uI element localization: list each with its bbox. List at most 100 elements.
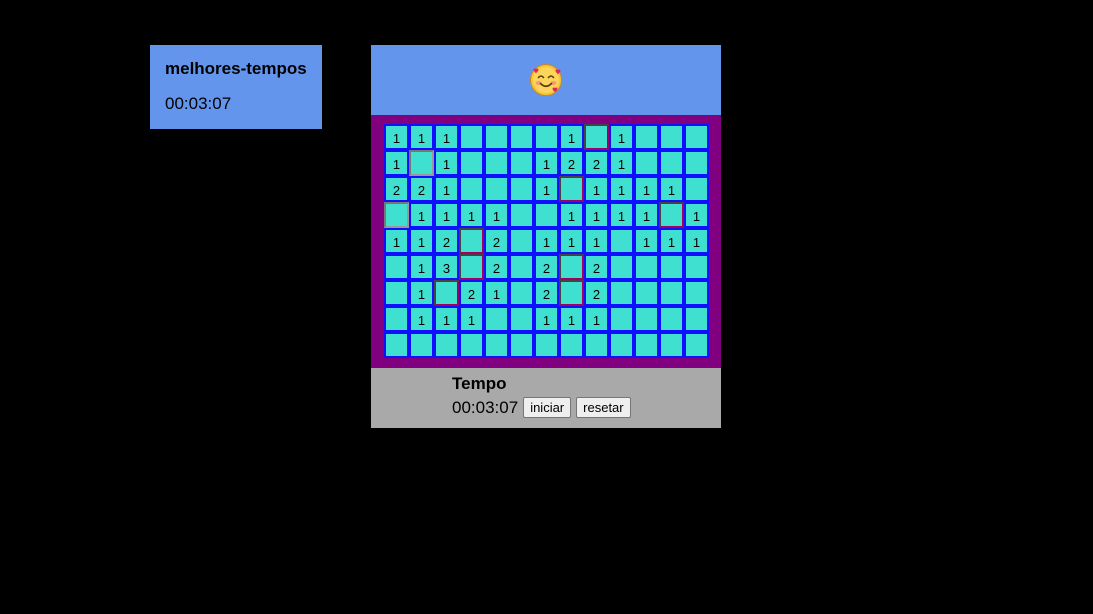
grid-cell[interactable] (459, 254, 484, 280)
grid-cell[interactable] (559, 254, 584, 280)
grid-cell[interactable]: 1 (484, 202, 509, 228)
grid-cell[interactable]: 1 (609, 124, 634, 150)
grid-cell[interactable] (534, 202, 559, 228)
grid-cell[interactable] (634, 306, 659, 332)
grid-cell[interactable] (659, 254, 684, 280)
grid-cell[interactable]: 2 (434, 228, 459, 254)
grid-cell[interactable]: 1 (559, 228, 584, 254)
grid-cell[interactable] (409, 332, 434, 358)
grid-cell[interactable] (634, 150, 659, 176)
grid-cell[interactable]: 1 (409, 280, 434, 306)
grid-cell[interactable]: 1 (484, 280, 509, 306)
grid-cell[interactable] (509, 306, 534, 332)
grid-cell[interactable]: 1 (634, 202, 659, 228)
grid-cell[interactable] (484, 124, 509, 150)
reset-button[interactable]: resetar (576, 397, 631, 418)
grid-cell[interactable] (659, 202, 684, 228)
grid-cell[interactable] (684, 306, 709, 332)
grid-cell[interactable]: 1 (409, 306, 434, 332)
grid-cell[interactable] (509, 124, 534, 150)
grid-cell[interactable] (634, 254, 659, 280)
smiling-face-with-hearts-icon[interactable] (529, 63, 563, 97)
grid-cell[interactable]: 1 (434, 124, 459, 150)
grid-cell[interactable] (609, 228, 634, 254)
grid-cell[interactable] (484, 306, 509, 332)
grid-cell[interactable]: 2 (384, 176, 409, 202)
grid-cell[interactable]: 1 (409, 228, 434, 254)
grid-cell[interactable] (459, 176, 484, 202)
grid-cell[interactable]: 1 (459, 306, 484, 332)
grid-cell[interactable]: 1 (434, 306, 459, 332)
grid-cell[interactable] (509, 228, 534, 254)
grid-cell[interactable] (609, 280, 634, 306)
grid-cell[interactable]: 1 (534, 176, 559, 202)
grid-cell[interactable]: 1 (584, 176, 609, 202)
grid-cell[interactable]: 1 (609, 202, 634, 228)
grid-cell[interactable] (384, 332, 409, 358)
grid-cell[interactable] (459, 332, 484, 358)
grid-cell[interactable]: 1 (659, 228, 684, 254)
grid-cell[interactable]: 1 (609, 150, 634, 176)
grid-cell[interactable]: 2 (534, 280, 559, 306)
grid-cell[interactable] (459, 124, 484, 150)
grid-cell[interactable]: 2 (584, 280, 609, 306)
grid-cell[interactable]: 1 (559, 306, 584, 332)
grid-cell[interactable] (584, 124, 609, 150)
grid-cell[interactable]: 2 (559, 150, 584, 176)
grid-cell[interactable] (384, 306, 409, 332)
grid-cell[interactable]: 1 (559, 202, 584, 228)
grid-cell[interactable] (559, 332, 584, 358)
grid-cell[interactable]: 2 (409, 176, 434, 202)
grid-cell[interactable] (509, 254, 534, 280)
grid-cell[interactable] (634, 280, 659, 306)
grid-cell[interactable]: 2 (584, 150, 609, 176)
grid-cell[interactable]: 1 (584, 228, 609, 254)
grid-cell[interactable]: 2 (484, 254, 509, 280)
grid-cell[interactable]: 1 (559, 124, 584, 150)
grid-cell[interactable]: 1 (434, 176, 459, 202)
grid-cell[interactable] (609, 306, 634, 332)
grid-cell[interactable] (534, 332, 559, 358)
grid-cell[interactable]: 1 (534, 306, 559, 332)
grid-cell[interactable] (484, 332, 509, 358)
grid-cell[interactable] (459, 150, 484, 176)
grid-cell[interactable]: 1 (409, 124, 434, 150)
grid-cell[interactable] (384, 280, 409, 306)
grid-cell[interactable]: 2 (584, 254, 609, 280)
grid-cell[interactable]: 1 (584, 202, 609, 228)
grid-cell[interactable]: 1 (634, 176, 659, 202)
grid-cell[interactable]: 1 (384, 124, 409, 150)
grid-cell[interactable]: 1 (609, 176, 634, 202)
grid-cell[interactable]: 1 (684, 202, 709, 228)
grid-cell[interactable] (634, 124, 659, 150)
grid-cell[interactable] (509, 332, 534, 358)
grid-cell[interactable] (459, 228, 484, 254)
grid-cell[interactable]: 2 (459, 280, 484, 306)
grid-cell[interactable] (384, 202, 409, 228)
grid-cell[interactable] (409, 150, 434, 176)
grid-cell[interactable]: 1 (459, 202, 484, 228)
grid-cell[interactable] (509, 202, 534, 228)
grid-cell[interactable] (434, 332, 459, 358)
grid-cell[interactable] (584, 332, 609, 358)
grid-cell[interactable] (684, 332, 709, 358)
grid-cell[interactable] (509, 176, 534, 202)
grid-cell[interactable] (684, 176, 709, 202)
grid-cell[interactable]: 1 (409, 254, 434, 280)
grid-cell[interactable] (559, 176, 584, 202)
grid-cell[interactable]: 1 (434, 202, 459, 228)
grid-cell[interactable] (659, 332, 684, 358)
grid-cell[interactable] (509, 150, 534, 176)
grid-cell[interactable] (384, 254, 409, 280)
grid-cell[interactable] (684, 254, 709, 280)
start-button[interactable]: iniciar (523, 397, 572, 418)
grid-cell[interactable] (684, 124, 709, 150)
grid-cell[interactable] (484, 150, 509, 176)
grid-cell[interactable]: 2 (484, 228, 509, 254)
grid-cell[interactable]: 1 (534, 150, 559, 176)
grid-cell[interactable] (684, 280, 709, 306)
grid-cell[interactable]: 1 (684, 228, 709, 254)
grid-cell[interactable] (434, 280, 459, 306)
grid-cell[interactable]: 1 (384, 228, 409, 254)
grid-cell[interactable]: 1 (434, 150, 459, 176)
